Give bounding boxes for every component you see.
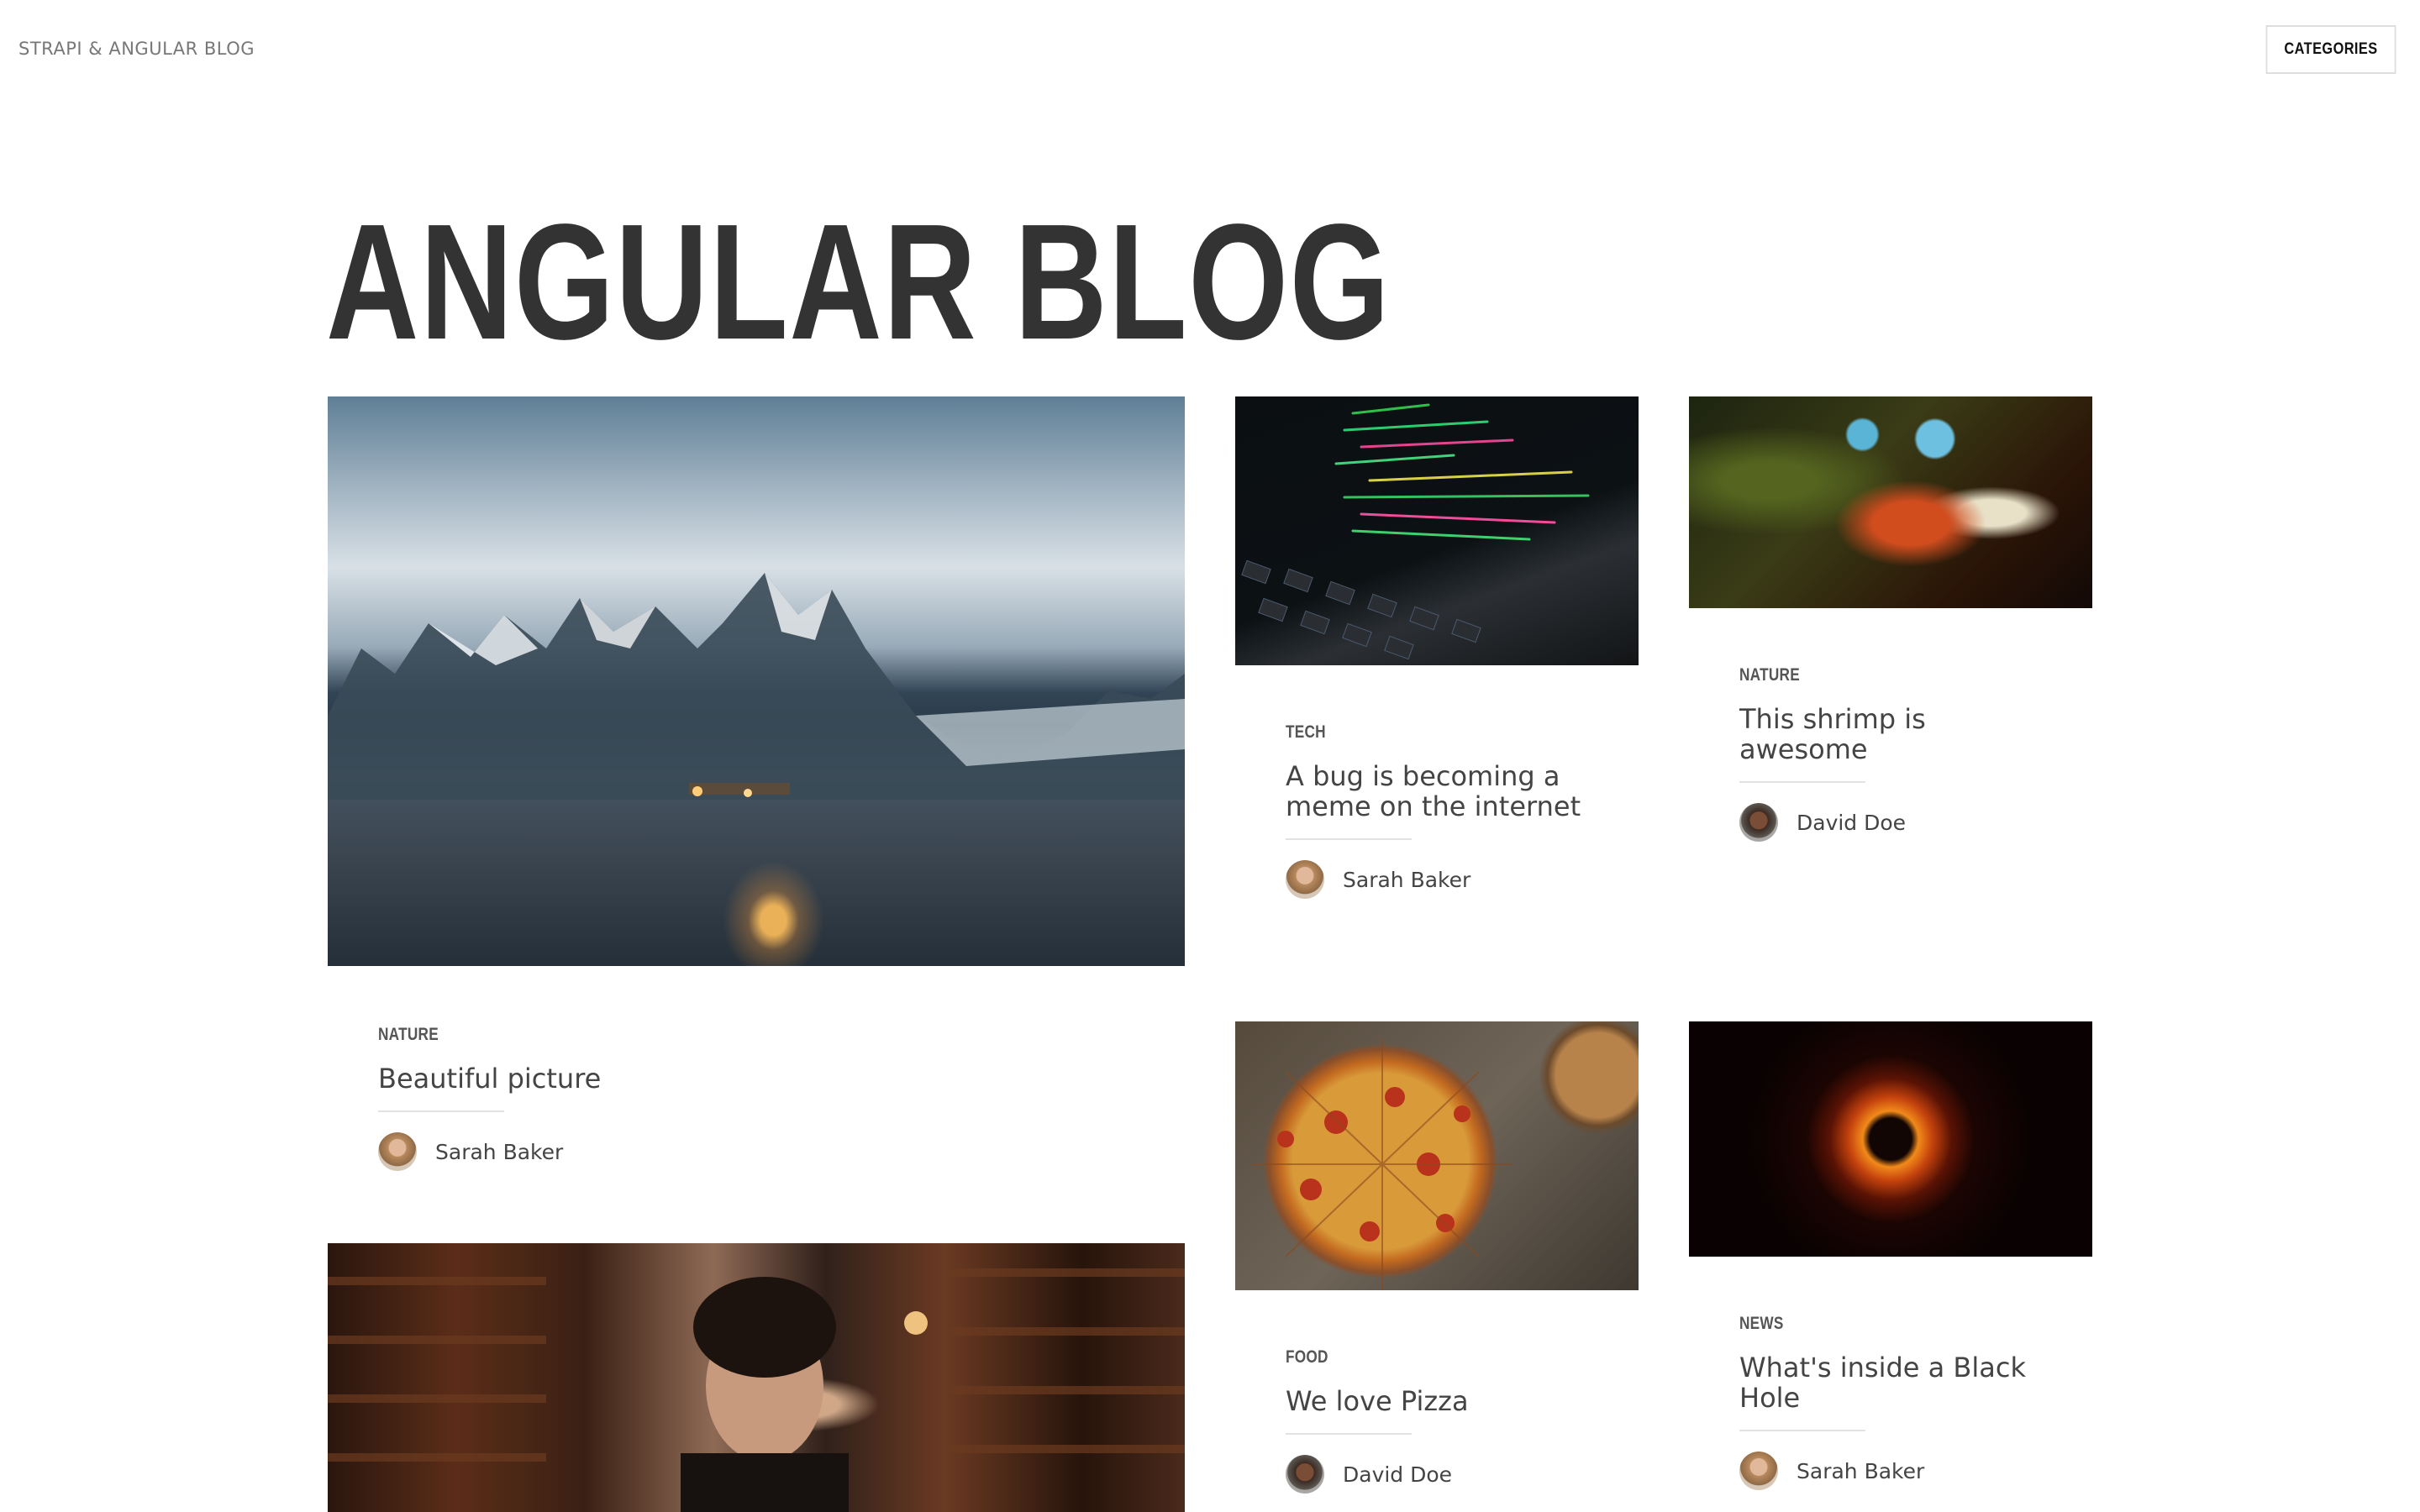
page-title: ANGULAR BLOG: [326, 190, 1392, 374]
divider: [378, 1110, 504, 1112]
author-name: Sarah Baker: [1343, 867, 1471, 892]
article-card[interactable]: NEWS What's inside a Black Hole Sarah Ba…: [1689, 1021, 2092, 1490]
article-title[interactable]: This shrimp is awesome: [1739, 704, 2059, 764]
article-author: Sarah Baker: [1739, 1452, 2059, 1490]
article-card[interactable]: FOOD We love Pizza David Doe: [1235, 1021, 1639, 1494]
divider: [1286, 1433, 1412, 1435]
article-meta: NATURE This shrimp is awesome David Doe: [1739, 665, 2059, 842]
author-name: Sarah Baker: [435, 1139, 564, 1164]
article-title[interactable]: Beautiful picture: [378, 1063, 1134, 1094]
divider: [1739, 1430, 1865, 1431]
article-title[interactable]: We love Pizza: [1286, 1386, 1605, 1416]
article-author: Sarah Baker: [378, 1132, 1134, 1171]
article-meta: TECH A bug is becoming a meme on the int…: [1286, 722, 1605, 899]
article-category[interactable]: NATURE: [1739, 665, 1800, 685]
divider: [1739, 781, 1865, 783]
author-name: David Doe: [1343, 1462, 1453, 1487]
avatar: [1286, 1455, 1324, 1494]
article-image[interactable]: [328, 396, 1185, 966]
article-category[interactable]: NATURE: [378, 1025, 439, 1045]
article-title[interactable]: A bug is becoming a meme on the internet: [1286, 761, 1605, 822]
article-image[interactable]: [328, 1243, 1185, 1512]
article-card[interactable]: TECH A bug is becoming a meme on the int…: [1235, 396, 1639, 899]
avatar: [1286, 860, 1324, 899]
article-category[interactable]: NEWS: [1739, 1314, 1784, 1334]
article-title[interactable]: What's inside a Black Hole: [1739, 1352, 2059, 1413]
article-author: Sarah Baker: [1286, 860, 1605, 899]
author-name: Sarah Baker: [1797, 1458, 1925, 1483]
article-category[interactable]: FOOD: [1286, 1347, 1328, 1368]
article-meta: NEWS What's inside a Black Hole Sarah Ba…: [1739, 1314, 2059, 1490]
divider: [1286, 838, 1412, 840]
article-image[interactable]: [1235, 396, 1639, 665]
article-category[interactable]: TECH: [1286, 722, 1326, 743]
avatar: [378, 1132, 417, 1171]
article-card[interactable]: [328, 1243, 1185, 1512]
article-image[interactable]: [1689, 1021, 2092, 1257]
article-card[interactable]: NATURE This shrimp is awesome David Doe: [1689, 396, 2092, 842]
article-meta: FOOD We love Pizza David Doe: [1286, 1347, 1605, 1494]
categories-button[interactable]: CATEGORIES: [2265, 25, 2396, 74]
avatar: [1739, 803, 1778, 842]
article-author: David Doe: [1739, 803, 2059, 842]
avatar: [1739, 1452, 1778, 1490]
site-brand-link[interactable]: STRAPI & ANGULAR BLOG: [18, 39, 255, 59]
article-image[interactable]: [1235, 1021, 1639, 1290]
author-name: David Doe: [1797, 810, 1907, 835]
article-card[interactable]: NATURE Beautiful picture Sarah Baker: [328, 396, 1185, 1171]
article-meta: NATURE Beautiful picture Sarah Baker: [378, 1025, 1134, 1171]
article-author: David Doe: [1286, 1455, 1605, 1494]
article-image[interactable]: [1689, 396, 2092, 608]
